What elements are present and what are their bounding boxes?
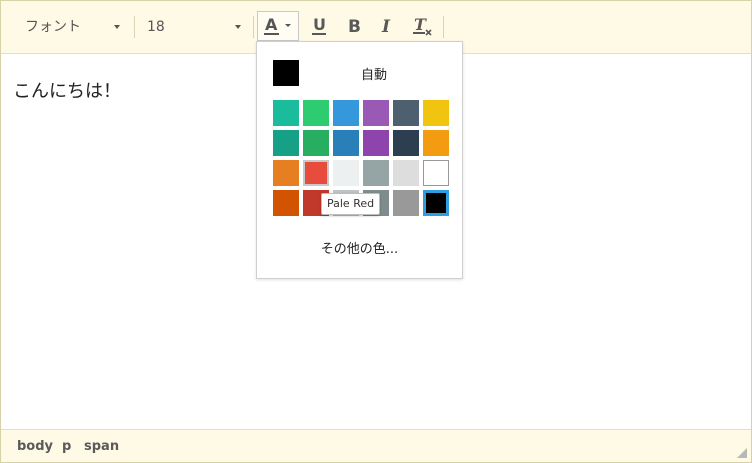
remove-format-button[interactable]: T xyxy=(409,11,437,41)
chevron-down-icon xyxy=(235,25,241,29)
font-select[interactable]: フォント xyxy=(13,14,131,40)
color-swatch[interactable] xyxy=(273,130,299,156)
font-size-value: 18 xyxy=(147,19,165,35)
color-swatch[interactable] xyxy=(393,160,419,186)
toolbar-separator xyxy=(253,16,254,38)
color-swatch[interactable] xyxy=(303,160,329,186)
color-swatch[interactable] xyxy=(423,130,449,156)
color-swatch[interactable] xyxy=(423,160,449,186)
color-swatch[interactable] xyxy=(303,100,329,126)
color-dropdown: 自動 その他の色... xyxy=(256,41,463,279)
auto-color-swatch[interactable] xyxy=(273,60,299,86)
color-swatch[interactable] xyxy=(363,160,389,186)
color-swatch[interactable] xyxy=(423,190,449,216)
italic-button[interactable]: I xyxy=(373,11,401,41)
svg-text:A: A xyxy=(265,15,278,34)
path-item-p[interactable]: p xyxy=(62,439,71,454)
resize-handle[interactable] xyxy=(737,448,747,458)
path-item-body[interactable]: body xyxy=(17,439,53,454)
color-swatch[interactable] xyxy=(273,100,299,126)
toolbar-separator xyxy=(443,16,444,38)
svg-text:U: U xyxy=(313,15,326,34)
text-color-icon: A xyxy=(264,15,291,35)
italic-icon: I xyxy=(381,17,391,37)
color-swatch[interactable] xyxy=(393,130,419,156)
font-size-select[interactable]: 18 xyxy=(135,14,249,40)
color-swatch[interactable] xyxy=(393,100,419,126)
remove-format-icon: T xyxy=(413,15,432,36)
path-item-span[interactable]: span xyxy=(84,439,119,454)
font-select-value: フォント xyxy=(25,19,81,35)
statusbar: body p span xyxy=(1,429,751,462)
svg-text:B: B xyxy=(348,17,361,37)
svg-text:T: T xyxy=(414,15,427,34)
color-swatch[interactable] xyxy=(333,130,359,156)
color-tooltip: Pale Red xyxy=(321,193,381,215)
color-swatch[interactable] xyxy=(423,100,449,126)
more-colors-link[interactable]: その他の色... xyxy=(257,238,462,257)
text-color-button[interactable]: A xyxy=(257,11,299,41)
bold-icon: B xyxy=(348,17,361,37)
color-swatch[interactable] xyxy=(273,190,299,216)
chevron-down-icon xyxy=(114,25,120,29)
color-swatch[interactable] xyxy=(333,100,359,126)
underline-icon: U xyxy=(312,15,326,35)
color-swatch[interactable] xyxy=(363,100,389,126)
color-swatch[interactable] xyxy=(303,130,329,156)
color-swatch[interactable] xyxy=(393,190,419,216)
underline-button[interactable]: U xyxy=(305,11,333,41)
auto-color-label[interactable]: 自動 xyxy=(361,64,387,83)
bold-button[interactable]: B xyxy=(340,11,368,41)
svg-text:I: I xyxy=(381,17,391,37)
color-swatch[interactable] xyxy=(363,130,389,156)
content-text[interactable]: こんにちは！ xyxy=(13,81,121,102)
editor-content[interactable]: こんにちは！ xyxy=(13,77,121,103)
color-swatch[interactable] xyxy=(273,160,299,186)
color-swatch[interactable] xyxy=(333,160,359,186)
